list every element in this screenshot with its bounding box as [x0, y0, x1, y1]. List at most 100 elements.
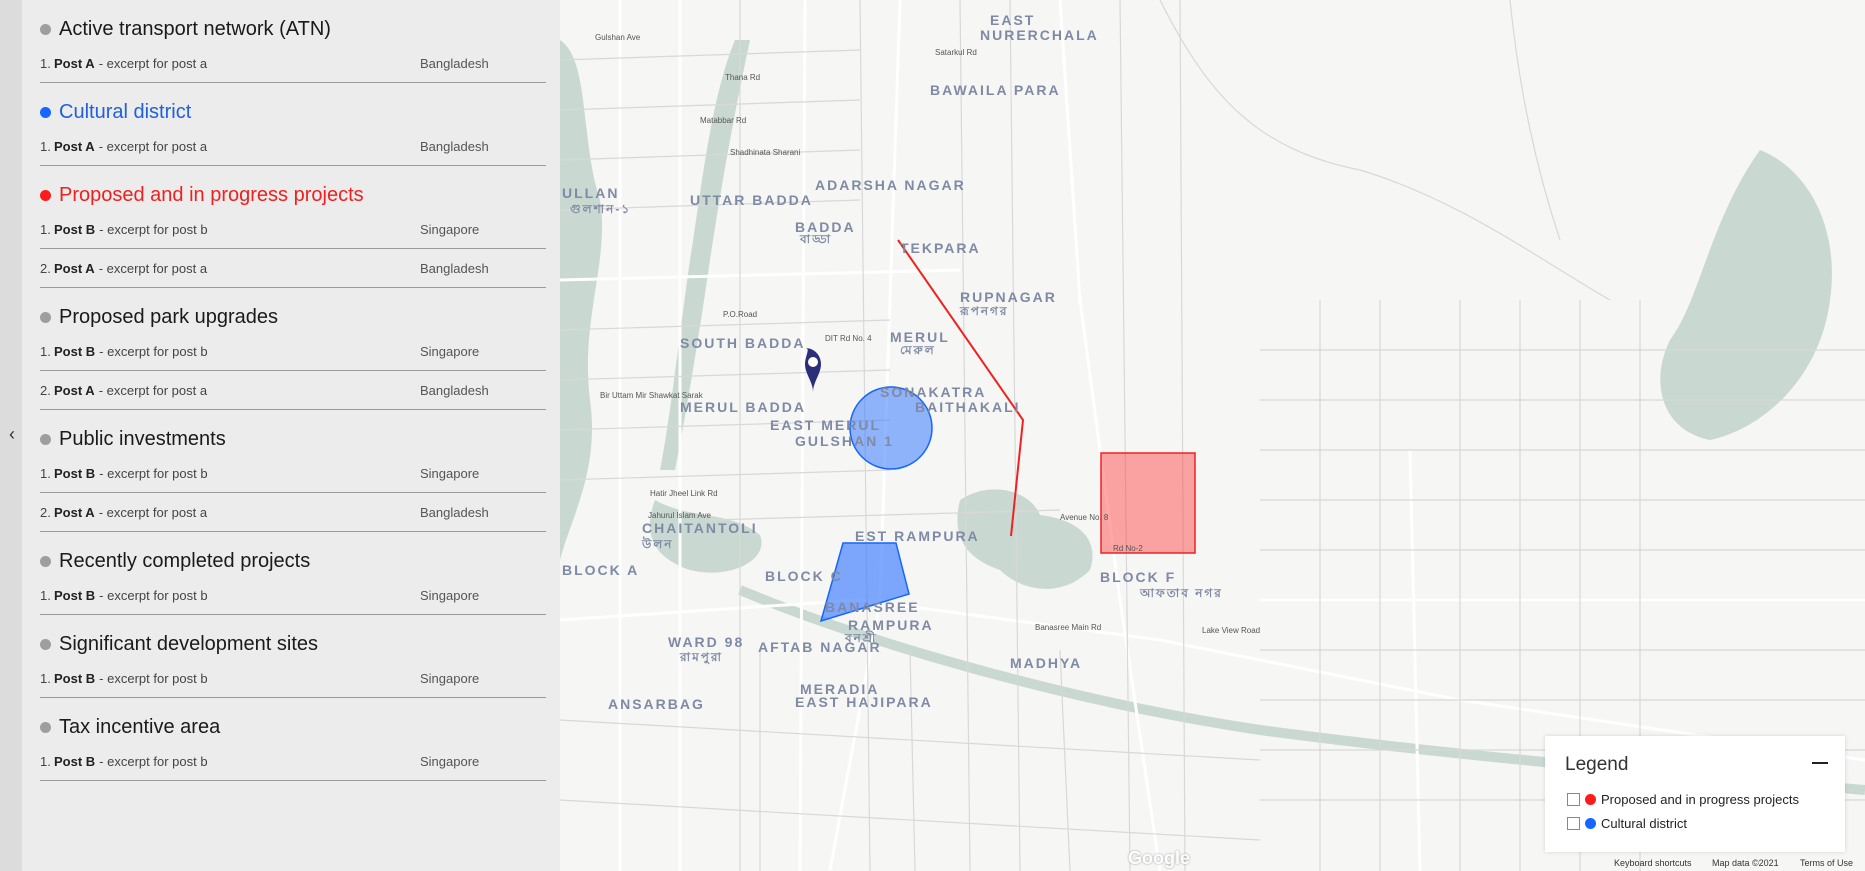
- post-list-item[interactable]: 1. Post A- excerpt for post a Bangladesh: [40, 127, 546, 166]
- layer-section-header[interactable]: Significant development sites: [40, 629, 546, 659]
- area-label: BLOCK F: [1100, 569, 1176, 585]
- water-east-lake: [1660, 150, 1832, 440]
- local-area-label: বাড্ডা: [799, 232, 832, 246]
- post-number: 1.: [40, 343, 51, 359]
- layer-section-header[interactable]: Cultural district: [40, 97, 546, 127]
- area-label: BANASREE: [825, 599, 920, 615]
- layer-section-title: Tax incentive area: [59, 715, 221, 738]
- layer-section: Cultural district 1. Post A- excerpt for p…: [22, 97, 560, 166]
- post-list-item[interactable]: 1. Post B- excerpt for post b Singapore: [40, 576, 546, 615]
- area-label: SONAKATRA: [880, 384, 986, 400]
- google-logo: Google: [1128, 848, 1190, 868]
- legend-item-cultural[interactable]: Cultural district: [1567, 816, 1687, 831]
- post-title: Post A: [54, 55, 95, 71]
- post-number: 2.: [40, 260, 51, 276]
- post-excerpt: - excerpt for post a: [98, 504, 208, 520]
- area-label: UTTAR BADDA: [690, 192, 813, 208]
- post-country: Singapore: [420, 343, 480, 359]
- post-number: 2.: [40, 504, 51, 520]
- post-excerpt: - excerpt for post b: [99, 670, 208, 686]
- local-area-label: মেরুল: [900, 343, 936, 357]
- post-excerpt: - excerpt for post a: [98, 382, 208, 398]
- post-number: 1.: [40, 221, 51, 237]
- area-label: RUPNAGAR: [960, 289, 1057, 305]
- layer-section-header[interactable]: Recently completed projects: [40, 546, 546, 576]
- layer-color-dot: [40, 555, 51, 567]
- area-label: GULSHAN 1: [795, 433, 894, 449]
- post-list-item[interactable]: 1. Post B- excerpt for post b Singapore: [40, 742, 546, 781]
- layer-section-header[interactable]: Proposed park upgrades: [40, 302, 546, 332]
- post-title: Post B: [54, 343, 96, 359]
- legend-label-proposed: Proposed and in progress projects: [1601, 792, 1800, 807]
- layer-section-header[interactable]: Proposed and in progress projects: [40, 180, 546, 210]
- post-excerpt: - excerpt for post a: [98, 55, 208, 71]
- post-number: 1.: [40, 670, 51, 686]
- post-excerpt: - excerpt for post b: [99, 465, 208, 481]
- post-list-item[interactable]: 1. Post B- excerpt for post b Singapore: [40, 659, 546, 698]
- road-label: Avenue No. 8: [1060, 513, 1109, 522]
- layer-section-header[interactable]: Public investments: [40, 424, 546, 454]
- post-title: Post B: [54, 587, 96, 603]
- road-label: Jahurul Islam Ave: [648, 511, 712, 520]
- post-country: Singapore: [420, 221, 480, 237]
- road-label: P.O.Road: [723, 310, 757, 319]
- local-area-label: রামপুরা: [679, 650, 723, 666]
- area-label: TEKPARA: [900, 240, 981, 256]
- minus-icon[interactable]: [1809, 752, 1831, 774]
- legend-checkbox-proposed[interactable]: [1567, 793, 1580, 806]
- post-list-item[interactable]: 1. Post B- excerpt for post b Singapore: [40, 210, 546, 249]
- layer-section-title: Significant development sites: [59, 632, 319, 655]
- post-title: Post B: [54, 753, 96, 769]
- post-list-item[interactable]: 2. Post A- excerpt for post a Bangladesh: [40, 249, 546, 288]
- layer-section-title: Active transport network (ATN): [59, 17, 331, 40]
- layer-color-dot: [40, 311, 51, 323]
- area-label: CHAITANTOLI: [642, 520, 758, 536]
- layer-section-title: Recently completed projects: [59, 549, 311, 572]
- area-label: BLOCK C: [765, 568, 843, 584]
- area-label: EST RAMPURA: [855, 528, 980, 544]
- area-label: ADARSHA NAGAR: [815, 177, 966, 193]
- post-country: Bangladesh: [420, 504, 489, 520]
- road-label: DIT Rd No. 4: [825, 334, 872, 343]
- post-country: Singapore: [420, 587, 480, 603]
- post-excerpt: - excerpt for post a: [98, 260, 208, 276]
- post-list-item[interactable]: 2. Post A- excerpt for post a Bangladesh: [40, 493, 546, 532]
- post-list-item[interactable]: 1. Post B- excerpt for post b Singapore: [40, 332, 546, 371]
- proposed-project-area[interactable]: [1100, 452, 1196, 554]
- map-pin-icon[interactable]: [805, 348, 821, 392]
- post-country: Bangladesh: [420, 382, 489, 398]
- post-country: Singapore: [420, 753, 480, 769]
- post-list-item[interactable]: 2. Post A- excerpt for post a Bangladesh: [40, 371, 546, 410]
- area-label: ULLAN: [562, 185, 619, 201]
- legend-dot-proposed: [1585, 794, 1596, 805]
- layer-section: Proposed and in progress projects 1. Post …: [22, 180, 560, 288]
- road-label: Lake View Road: [1202, 626, 1260, 635]
- legend-dot-cultural: [1585, 818, 1596, 829]
- layer-section-header[interactable]: Tax incentive area: [40, 712, 546, 742]
- road-label: Banasree Main Rd: [1035, 623, 1101, 632]
- area-label: BLOCK A: [562, 562, 639, 578]
- post-title: Post A: [54, 260, 95, 276]
- post-list-item[interactable]: 1. Post B- excerpt for post b Singapore: [40, 454, 546, 493]
- road-label: Thana Rd: [725, 73, 760, 82]
- post-excerpt: - excerpt for post b: [99, 753, 208, 769]
- post-excerpt: - excerpt for post b: [99, 221, 208, 237]
- layer-color-dot: [40, 106, 51, 118]
- layer-section-header[interactable]: Active transport network (ATN): [40, 14, 546, 44]
- post-number: 1.: [40, 138, 51, 154]
- terms-of-use-link[interactable]: Terms of Use: [1800, 858, 1853, 868]
- sidebar: Active transport network (ATN) 1. Post A- …: [22, 0, 560, 871]
- chevron-left-icon[interactable]: ‹: [4, 424, 20, 444]
- post-title: Post B: [54, 670, 96, 686]
- legend-checkbox-cultural[interactable]: [1567, 817, 1580, 830]
- legend-item-proposed[interactable]: Proposed and in progress projects: [1567, 792, 1799, 807]
- layer-section: Proposed park upgrades 1. Post B- excerpt …: [22, 302, 560, 410]
- layer-section-title: Cultural district: [59, 100, 192, 123]
- area-label: MERUL BADDA: [680, 399, 806, 415]
- post-excerpt: - excerpt for post a: [98, 138, 208, 154]
- keyboard-shortcuts-link[interactable]: Keyboard shortcuts: [1614, 858, 1692, 868]
- layer-section: Public investments 1. Post B- excerpt for …: [22, 424, 560, 532]
- layer-section-title: Public investments: [59, 427, 226, 450]
- road-label: Matabbar Rd: [700, 116, 746, 125]
- post-list-item[interactable]: 1. Post A- excerpt for post a Bangladesh: [40, 44, 546, 83]
